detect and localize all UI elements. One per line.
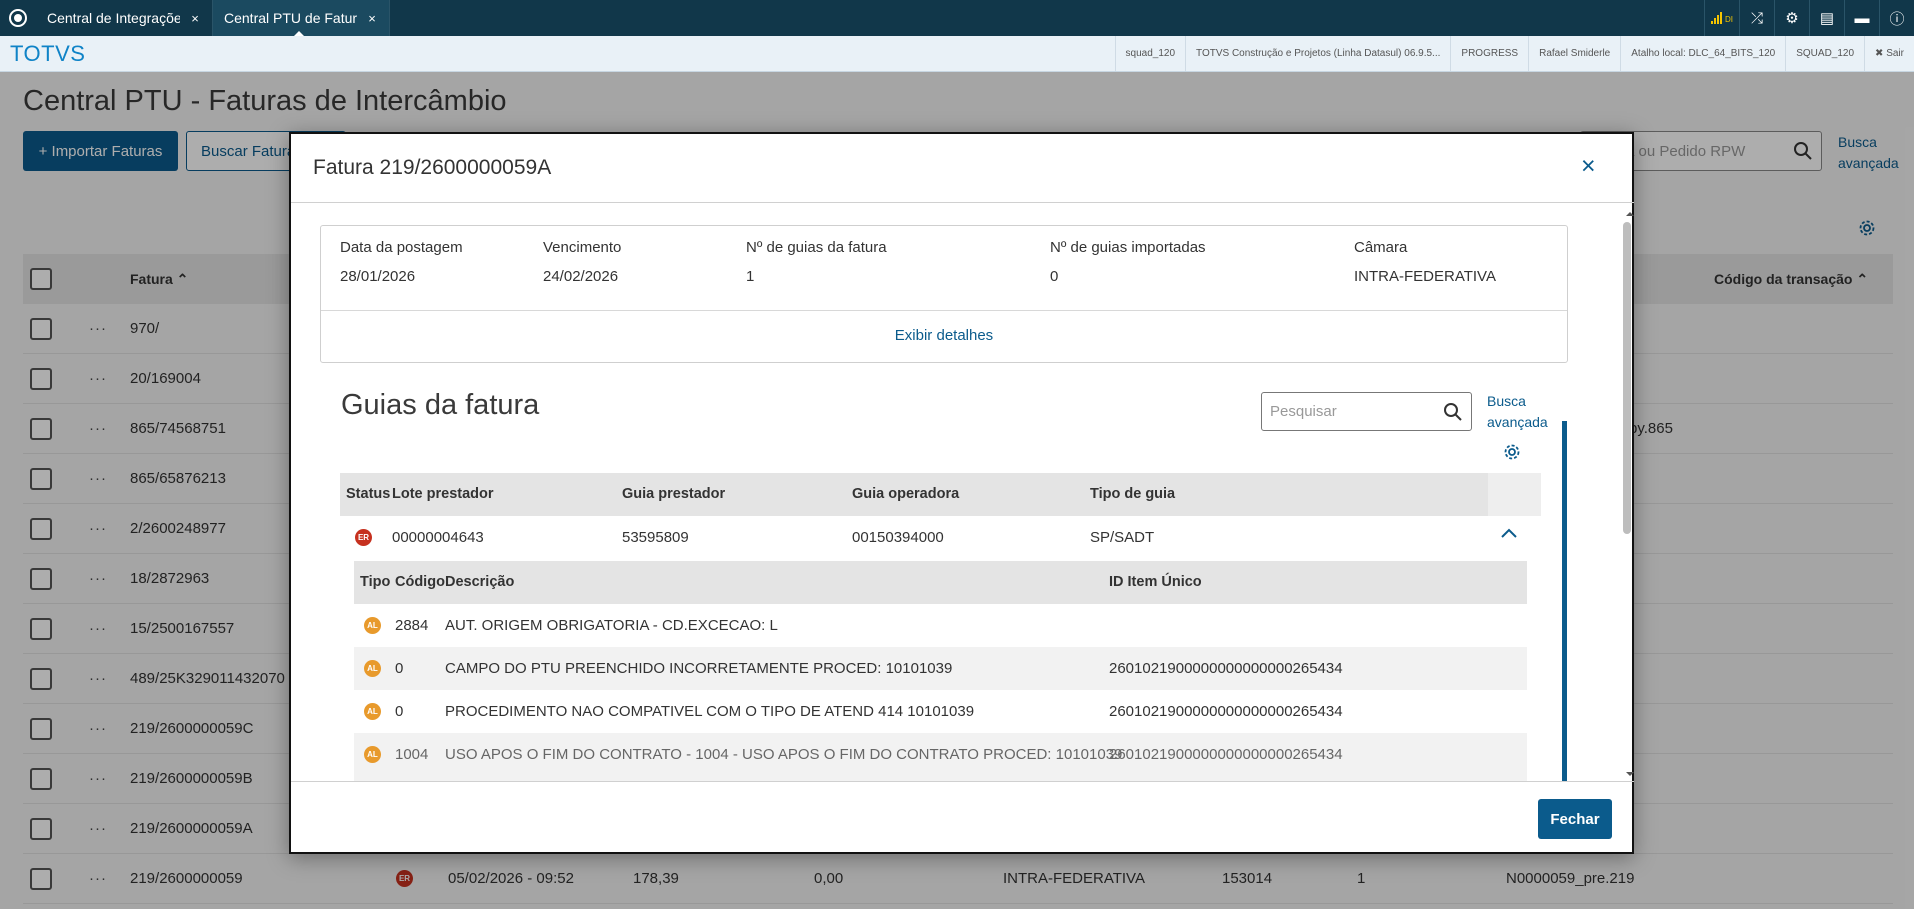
guias-search-input[interactable]: Pesquisar	[1261, 392, 1472, 431]
ocorrencia-id: 2601021900000000000000265434	[1109, 660, 1343, 677]
scroll-up-icon[interactable]	[1626, 208, 1634, 216]
info-squad: squad_120	[1114, 36, 1186, 71]
signal-icon[interactable]: DI	[1704, 0, 1739, 36]
modal-body[interactable]: Data da postagem 28/01/2026 Vencimento 2…	[291, 203, 1634, 781]
summary-value: 1	[746, 268, 755, 285]
gear-icon[interactable]	[1502, 442, 1522, 462]
close-icon[interactable]: ×	[365, 11, 379, 26]
header-filler	[1488, 473, 1541, 516]
scrollbar-thumb[interactable]	[1623, 222, 1631, 534]
modal-title: Fatura 219/2600000059A	[313, 156, 552, 179]
ocorrencia-descricao: AUT. ORIGEM OBRIGATORIA - CD.EXCECAO: L	[445, 617, 778, 634]
chat-icon[interactable]: ▬	[1844, 0, 1879, 36]
summary-label: Câmara	[1354, 239, 1408, 256]
ocorrencia-codigo: 0	[395, 703, 404, 720]
column-lote-prestador: Lote prestador	[392, 486, 494, 502]
ocorrencia-codigo: 2884	[395, 617, 429, 634]
tab-central-integracoes[interactable]: Central de Integrações ×	[36, 0, 213, 36]
gear-icon[interactable]: ⚙	[1774, 0, 1809, 36]
column-tipo: Tipo	[360, 574, 391, 590]
ocorrencia-codigo: 1004	[395, 746, 429, 763]
alert-status-icon: AL	[364, 746, 381, 763]
ocorrencia-codigo: 0	[395, 660, 404, 677]
ocorrencia-row[interactable]: AL 1004 USO APOS O FIM DO CONTRATO - 100…	[354, 733, 1527, 781]
info-product: TOTVS Construção e Projetos (Linha Datas…	[1185, 36, 1450, 71]
close-button[interactable]: Fechar	[1538, 799, 1612, 839]
summary-value: INTRA-FEDERATIVA	[1354, 268, 1496, 285]
ocorrencia-descricao: USO APOS O FIM DO CONTRATO - 1004 - USO …	[445, 746, 1123, 763]
summary-label: Data da postagem	[340, 239, 463, 256]
close-icon[interactable]: ×	[188, 11, 202, 26]
guias-scrollbar[interactable]	[1562, 421, 1567, 781]
session-info: squad_120 TOTVS Construção e Projetos (L…	[1114, 36, 1914, 71]
ocorrencia-row[interactable]: AL 0 CAMPO DO PTU PREENCHIDO INCORRETAME…	[354, 647, 1527, 690]
divider	[321, 310, 1567, 311]
search-placeholder: Pesquisar	[1270, 403, 1337, 420]
alert-status-icon: AL	[364, 703, 381, 720]
info-environment: SQUAD_120	[1785, 36, 1864, 71]
info-database: PROGRESS	[1450, 36, 1528, 71]
tab-label: Central PTU de Fatura	[224, 10, 357, 26]
invoice-summary-card: Data da postagem 28/01/2026 Vencimento 2…	[320, 225, 1568, 363]
document-icon[interactable]: ▤	[1809, 0, 1844, 36]
summary-value: 28/01/2026	[340, 268, 416, 285]
tab-bar: Central de Integrações × Central PTU de …	[0, 0, 1914, 37]
column-id-item: ID Item Único	[1109, 574, 1202, 590]
column-descricao: Descrição	[445, 574, 515, 590]
summary-label: Vencimento	[543, 239, 622, 256]
show-details-link[interactable]: Exibir detalhes	[321, 327, 1567, 344]
column-codigo: Código	[395, 574, 445, 590]
summary-label: Nº de guias da fatura	[746, 239, 887, 256]
invoice-modal: Fatura 219/2600000059A × Data da postage…	[289, 132, 1634, 854]
scroll-down-icon[interactable]	[1626, 772, 1634, 780]
ocorrencia-descricao: PROCEDIMENTO NAO COMPATIVEL COM O TIPO D…	[445, 703, 975, 720]
alert-status-icon: AL	[364, 660, 381, 677]
signal-label: DI	[1725, 15, 1733, 24]
guia-operadora: 00150394000	[852, 529, 944, 546]
column-guia-operadora: Guia operadora	[852, 486, 960, 502]
summary-label: Nº de guias importadas	[1050, 239, 1206, 256]
close-icon[interactable]: ×	[1581, 152, 1596, 181]
tab-label: Central de Integrações	[47, 10, 180, 26]
guia-lote: 00000004643	[392, 529, 484, 546]
shuffle-icon[interactable]: ⤮	[1739, 0, 1774, 36]
search-icon[interactable]	[1443, 402, 1463, 422]
ocorrencias-table-header: Tipo Código Descrição ID Item Único	[354, 561, 1527, 604]
error-status-icon: ER	[355, 529, 372, 546]
advanced-search-link[interactable]: Busca avançada	[1487, 391, 1548, 433]
app-logo-icon[interactable]	[0, 0, 36, 36]
ocorrencia-id: 2601021900000000000000265434	[1109, 746, 1343, 763]
guia-row[interactable]: ER 00000004643 53595809 00150394000 SP/S…	[340, 516, 1541, 560]
ocorrencia-id: 2601021900000000000000265434	[1109, 703, 1343, 720]
guia-tipo: SP/SADT	[1090, 529, 1155, 546]
column-status: Status	[346, 486, 391, 502]
advanced-search-line: avançada	[1487, 414, 1548, 430]
ocorrencia-row[interactable]: AL 0 PROCEDIMENTO NAO COMPATIVEL COM O T…	[354, 690, 1527, 733]
alert-status-icon: AL	[364, 617, 381, 634]
guias-table-header: Status Lote prestador Guia prestador Gui…	[340, 473, 1541, 516]
ocorrencia-descricao: CAMPO DO PTU PREENCHIDO INCORRETAMENTE P…	[445, 660, 953, 677]
summary-value: 24/02/2026	[543, 268, 619, 285]
info-icon[interactable]: ⓘ	[1879, 0, 1914, 36]
guia-prestador: 53595809	[622, 529, 689, 546]
divider	[291, 781, 1634, 782]
chevron-up-icon[interactable]	[1499, 524, 1519, 544]
app-header: TOTVS squad_120 TOTVS Construção e Proje…	[0, 36, 1914, 72]
info-user: Rafael Smiderle	[1528, 36, 1620, 71]
logout-button[interactable]: ✖ Sair	[1864, 36, 1914, 71]
column-tipo-guia: Tipo de guia	[1090, 486, 1176, 502]
ocorrencia-row[interactable]: AL 2884 AUT. ORIGEM OBRIGATORIA - CD.EXC…	[354, 604, 1527, 647]
guias-title: Guias da fatura	[341, 389, 540, 421]
column-guia-prestador: Guia prestador	[622, 486, 726, 502]
brand-logo: TOTVS	[10, 40, 86, 66]
advanced-search-line: Busca	[1487, 393, 1526, 409]
info-shortcut: Atalho local: DLC_64_BITS_120	[1620, 36, 1785, 71]
tab-central-ptu-fatura[interactable]: Central PTU de Fatura ×	[213, 0, 390, 37]
summary-value: 0	[1050, 268, 1059, 285]
